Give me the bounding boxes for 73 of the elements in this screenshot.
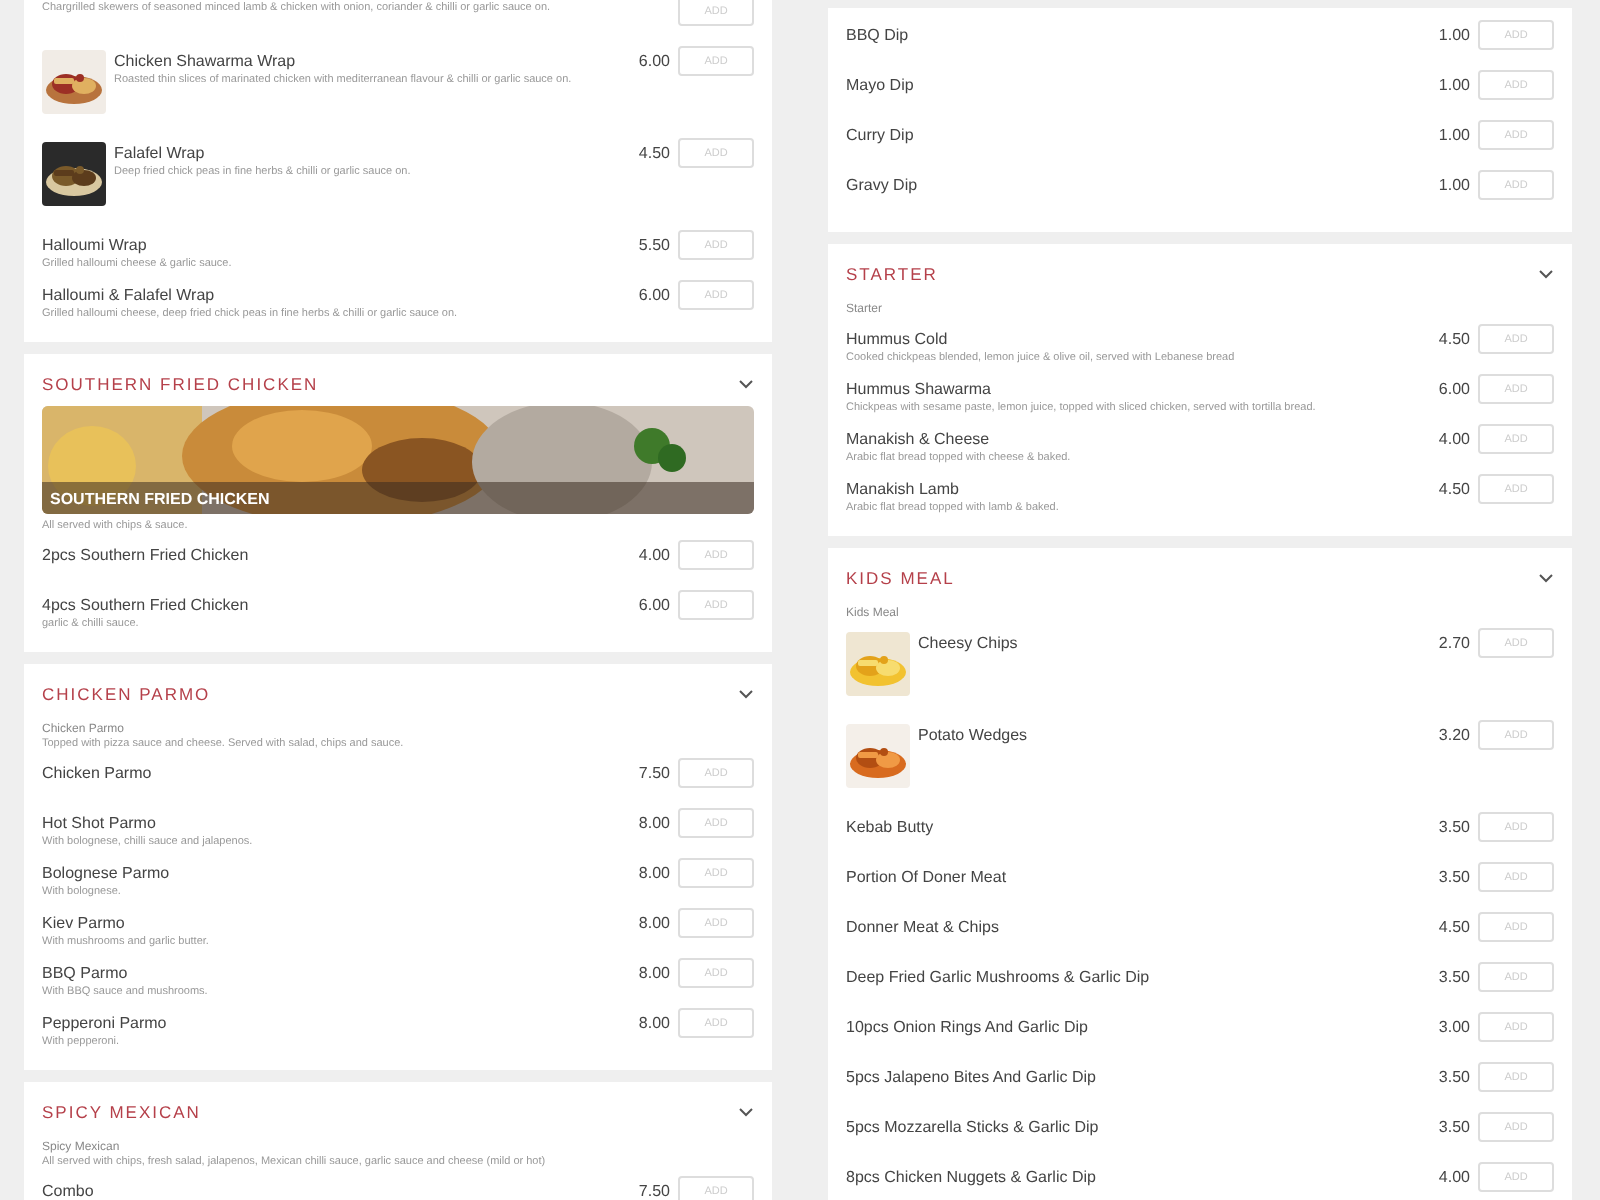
section-title: STARTER [846, 264, 938, 284]
item-name: 4pcs Southern Fried Chicken [42, 596, 251, 614]
section-title: SOUTHERN FRIED CHICKEN [42, 374, 319, 394]
item-name: 2pcs Southern Fried Chicken [42, 546, 251, 564]
item-price: 8.00 [636, 812, 670, 832]
chevron-icon[interactable] [1538, 268, 1554, 280]
chevron-icon[interactable] [738, 378, 754, 390]
item-name: Manakish & Cheese [846, 430, 992, 448]
item-name: Hummus Shawarma [846, 380, 993, 398]
item-name: Donner Meat & Chips [846, 918, 1001, 936]
item-name: 10pcs Onion Rings And Garlic Dip [846, 1018, 1090, 1036]
item-price: 7.50 [636, 1180, 670, 1200]
item-price: 7.50 [636, 762, 670, 782]
chevron-icon[interactable] [1538, 572, 1554, 584]
section-title: KIDS MEAL [846, 568, 955, 588]
item-name: Manakish Lamb [846, 480, 961, 498]
item-price: 8.00 [636, 962, 670, 982]
item-name: Chicken Parmo [42, 764, 154, 782]
item-price: 4.00 [1436, 428, 1470, 448]
item-name: Hummus Cold [846, 330, 950, 348]
item-price: 2.70 [1436, 632, 1470, 652]
item-price: 4.50 [1436, 478, 1470, 498]
item-name: Potato Wedges [918, 726, 1030, 744]
item-name: Curry Dip [846, 126, 916, 144]
item-name: 5pcs Mozzarella Sticks & Garlic Dip [846, 1118, 1101, 1136]
item-name: Halloumi & Falafel Wrap [42, 286, 217, 304]
item-price: 4.50 [1436, 328, 1470, 348]
item-name: Hot Shot Parmo [42, 814, 158, 832]
item-name: Cheesy Chips [918, 634, 1020, 652]
item-name: 5pcs Jalapeno Bites And Garlic Dip [846, 1068, 1098, 1086]
item-name: Halloumi Wrap [42, 236, 149, 254]
item-price: 6.00 [636, 594, 670, 614]
item-price: 6.00 [1436, 378, 1470, 398]
item-price: 8.00 [636, 912, 670, 932]
item-price: 3.50 [1436, 866, 1470, 886]
item-price: 3.00 [1436, 1016, 1470, 1036]
item-name: 8pcs Chicken Nuggets & Garlic Dip [846, 1168, 1098, 1186]
item-name: Pepperoni Parmo [42, 1014, 169, 1032]
item-price: 4.00 [1436, 1166, 1470, 1186]
item-price: 4.50 [1436, 916, 1470, 936]
item-price: 3.20 [1436, 724, 1470, 744]
item-name: Combo [42, 1182, 96, 1200]
item-name: BBQ Parmo [42, 964, 130, 982]
banner-title: SOUTHERN FRIED CHICKEN [50, 490, 270, 508]
item-price: 8.00 [636, 862, 670, 882]
chevron-icon[interactable] [738, 688, 754, 700]
item-price: 4.00 [636, 544, 670, 564]
item-price: 3.50 [1436, 816, 1470, 836]
item-name: Falafel Wrap [114, 144, 207, 162]
item-name: Kebab Butty [846, 818, 936, 836]
chevron-icon[interactable] [738, 1106, 754, 1118]
item-price: 3.50 [1436, 1066, 1470, 1086]
item-price: 6.00 [636, 50, 670, 70]
item-price: 8.00 [636, 1012, 670, 1032]
item-price: 1.00 [1436, 74, 1470, 94]
item-name: Chicken Shawarma Wrap [114, 52, 298, 70]
item-price: 3.50 [1436, 1116, 1470, 1136]
item-name: Deep Fried Garlic Mushrooms & Garlic Dip [846, 968, 1152, 986]
item-name: Kiev Parmo [42, 914, 127, 932]
item-price: 4.50 [636, 142, 670, 162]
item-price: 1.00 [1436, 24, 1470, 44]
item-price: 6.00 [636, 284, 670, 304]
item-name: BBQ Dip [846, 26, 911, 44]
section-title: SPICY MEXICAN [42, 1102, 201, 1122]
item-price: 1.00 [1436, 124, 1470, 144]
item-name: Gravy Dip [846, 176, 920, 194]
item-price: 1.00 [1436, 174, 1470, 194]
item-price: 5.50 [636, 234, 670, 254]
item-price: 3.50 [1436, 966, 1470, 986]
section-title: CHICKEN PARMO [42, 684, 211, 704]
item-name: Portion Of Doner Meat [846, 868, 1009, 886]
item-name: Bolognese Parmo [42, 864, 172, 882]
item-name: Mayo Dip [846, 76, 916, 94]
